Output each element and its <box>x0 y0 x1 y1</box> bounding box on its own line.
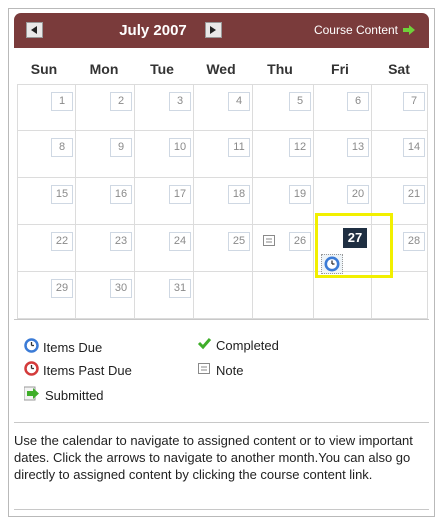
calendar-day-cell[interactable]: 10 <box>135 131 194 178</box>
day-number[interactable]: 10 <box>169 138 191 157</box>
bottom-divider <box>14 509 429 510</box>
day-number[interactable]: 1 <box>51 92 73 111</box>
calendar-day-cell[interactable]: 28 <box>372 225 428 272</box>
course-content-link[interactable]: Course Content <box>314 23 415 37</box>
calendar-day-cell[interactable]: 29 <box>17 272 76 319</box>
weekday-label: Wed <box>206 61 236 77</box>
clock-blue-icon <box>24 338 39 353</box>
calendar-header: July 2007 Course Content <box>14 13 429 48</box>
day-number[interactable]: 16 <box>110 185 132 204</box>
calendar-day-cell[interactable]: 30 <box>76 272 135 319</box>
item-due-marker[interactable] <box>321 254 343 274</box>
green-arrow-right-icon <box>403 25 415 35</box>
day-number[interactable]: 21 <box>403 185 425 204</box>
weekday-label: Thu <box>267 61 293 77</box>
calendar-day-cell[interactable]: 27 <box>314 225 372 274</box>
calendar-day-cell[interactable]: 8 <box>17 131 76 178</box>
day-number[interactable]: 28 <box>403 232 425 251</box>
day-number[interactable]: 14 <box>403 138 425 157</box>
calendar-day-cell[interactable]: 17 <box>135 178 194 225</box>
calendar-day-cell[interactable]: 1 <box>17 84 76 131</box>
day-number[interactable]: 5 <box>289 92 311 111</box>
submitted-arrow-icon <box>24 386 39 401</box>
day-number[interactable]: 17 <box>169 185 191 204</box>
calendar-day-cell[interactable]: 2 <box>76 84 135 131</box>
day-number[interactable]: 8 <box>51 138 73 157</box>
triangle-right-icon <box>210 26 216 34</box>
day-number[interactable]: 9 <box>110 138 132 157</box>
weekday-header-row: Sun Mon Tue Wed Thu Fri Sat <box>14 48 429 84</box>
calendar-day-cell <box>194 272 253 319</box>
calendar-day-cell[interactable]: 11 <box>194 131 253 178</box>
calendar-day-cell[interactable]: 24 <box>135 225 194 272</box>
calendar-legend: Items Due Items Past Due Submitted Compl… <box>14 319 429 423</box>
day-number[interactable]: 23 <box>110 232 132 251</box>
weekday-label: Sun <box>30 61 58 77</box>
weekday-label: Tue <box>150 61 174 77</box>
day-number[interactable]: 13 <box>347 138 369 157</box>
day-number[interactable]: 4 <box>228 92 250 111</box>
day-number[interactable]: 26 <box>289 232 311 251</box>
course-content-label: Course Content <box>313 23 398 37</box>
clock-blue-icon <box>324 256 340 272</box>
calendar-day-cell[interactable]: 23 <box>76 225 135 272</box>
calendar-day-cell[interactable]: 5 <box>253 84 314 131</box>
day-number[interactable]: 2 <box>110 92 132 111</box>
calendar-day-cell[interactable]: 14 <box>372 131 428 178</box>
calendar-day-cell[interactable]: 25 <box>194 225 253 272</box>
calendar-day-cell[interactable]: 4 <box>194 84 253 131</box>
prev-month-button[interactable] <box>26 22 43 38</box>
calendar-day-cell[interactable]: 20 <box>314 178 372 225</box>
note-icon[interactable] <box>262 234 276 248</box>
calendar-day-cell[interactable]: 13 <box>314 131 372 178</box>
calendar-day-cell[interactable]: 18 <box>194 178 253 225</box>
day-number[interactable]: 30 <box>110 279 132 298</box>
clock-red-icon <box>24 361 39 376</box>
day-number[interactable]: 25 <box>228 232 250 251</box>
weekday-label: Mon <box>89 61 119 77</box>
calendar-day-cell <box>253 272 314 319</box>
day-number[interactable]: 22 <box>51 232 73 251</box>
triangle-left-icon <box>31 26 37 34</box>
day-number[interactable]: 3 <box>169 92 191 111</box>
calendar-day-cell[interactable]: 19 <box>253 178 314 225</box>
calendar-day-cell <box>314 272 372 319</box>
day-number[interactable]: 6 <box>347 92 369 111</box>
calendar-day-cell[interactable]: 9 <box>76 131 135 178</box>
day-number[interactable]: 24 <box>169 232 191 251</box>
day-number[interactable]: 19 <box>289 185 311 204</box>
calendar-day-cell[interactable]: 15 <box>17 178 76 225</box>
day-number[interactable]: 18 <box>228 185 250 204</box>
day-number[interactable]: 15 <box>51 185 73 204</box>
calendar-day-cell[interactable]: 12 <box>253 131 314 178</box>
calendar-day-cell[interactable]: 7 <box>372 84 428 131</box>
legend-items-past-due-label: Items Past Due <box>43 363 132 378</box>
calendar-day-cell[interactable]: 6 <box>314 84 372 131</box>
calendar-day-cell[interactable]: 21 <box>372 178 428 225</box>
legend-note-label: Note <box>216 363 244 378</box>
weekday-label: Sat <box>388 61 410 77</box>
day-number[interactable]: 20 <box>347 185 369 204</box>
calendar-grid: 1 2 3 4 5 6 7 8 9 10 11 12 13 14 15 16 17 18 19 20 21 22 23 24 2… <box>17 84 428 319</box>
calendar-day-cell[interactable]: 3 <box>135 84 194 131</box>
day-number[interactable]: 7 <box>403 92 425 111</box>
checkmark-icon <box>197 338 212 350</box>
calendar-day-cell[interactable]: 16 <box>76 178 135 225</box>
day-number[interactable]: 29 <box>51 279 73 298</box>
legend-items-due-label: Items Due <box>43 340 103 355</box>
calendar-day-cell[interactable]: 31 <box>135 272 194 319</box>
day-number[interactable]: 11 <box>228 138 250 157</box>
day-number[interactable]: 31 <box>169 279 191 298</box>
calendar-day-cell <box>372 272 428 319</box>
legend-completed-label: Completed <box>216 338 279 353</box>
next-month-button[interactable] <box>205 22 222 38</box>
legend-submitted-label: Submitted <box>45 388 104 403</box>
calendar-day-cell[interactable]: 26 <box>253 225 314 272</box>
help-text: Use the calendar to navigate to assigned… <box>14 433 413 482</box>
day-number[interactable]: 12 <box>289 138 311 157</box>
note-icon <box>198 363 210 374</box>
selected-day-number[interactable]: 27 <box>343 228 367 248</box>
weekday-label: Fri <box>331 61 349 77</box>
calendar-day-cell[interactable]: 22 <box>17 225 76 272</box>
